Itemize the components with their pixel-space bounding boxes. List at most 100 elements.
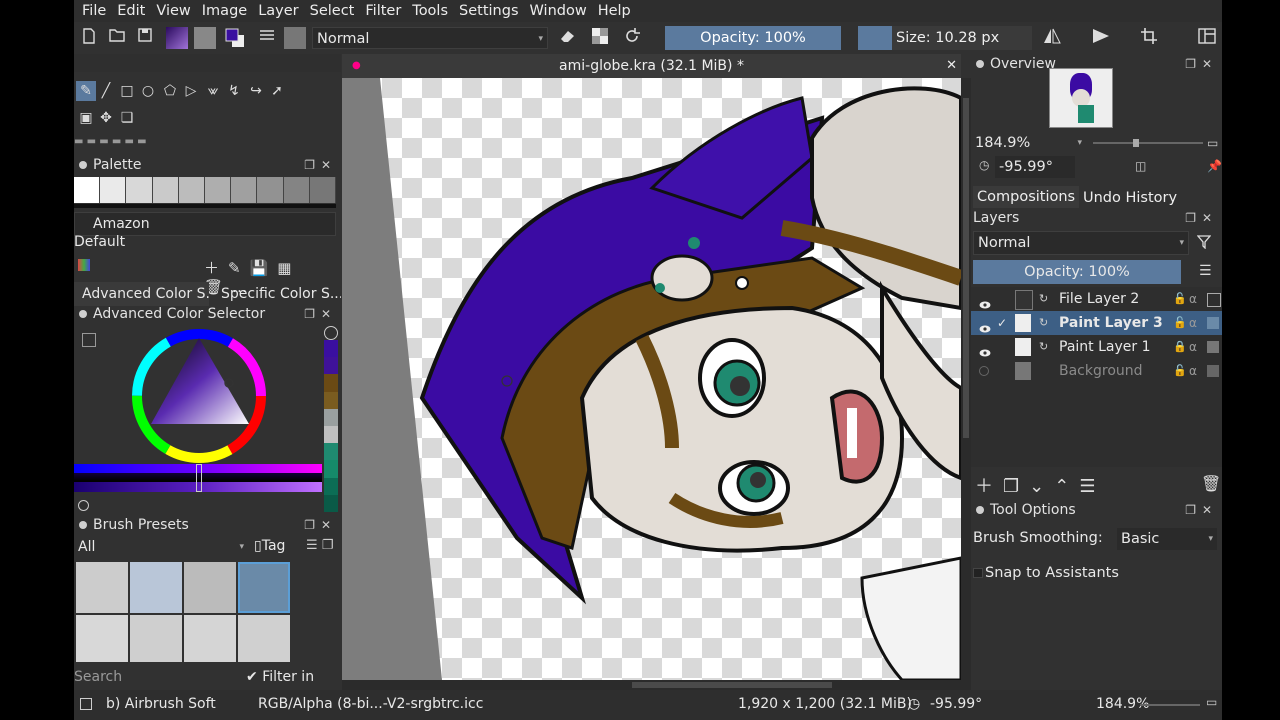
- layer-opacity-slider[interactable]: Opacity: 100%: [973, 260, 1181, 284]
- move-tool-icon[interactable]: ✥: [96, 108, 116, 128]
- menu-image[interactable]: Image: [202, 3, 247, 19]
- palette-swatch[interactable]: [178, 177, 206, 203]
- color-history-swatch[interactable]: [324, 340, 338, 358]
- dock-controls[interactable]: ❐✕: [304, 515, 337, 535]
- palette-swatch[interactable]: [309, 177, 337, 203]
- crop-tool-icon[interactable]: ❏: [117, 108, 137, 128]
- layer-row-paint-layer-1[interactable]: ↻ Paint Layer 1 🔒 α: [971, 335, 1222, 359]
- preserve-alpha-icon[interactable]: [589, 27, 611, 49]
- workspace-icon[interactable]: [1196, 27, 1218, 49]
- brush-preset-ink-brush[interactable]: [130, 615, 182, 662]
- brush-view-options-icon[interactable]: ☰ ❐: [306, 538, 333, 553]
- menu-view[interactable]: View: [156, 3, 190, 19]
- canvas-horizontal-scrollbar[interactable]: [342, 680, 971, 690]
- checkmark-icon[interactable]: ✓: [997, 311, 1007, 335]
- tab-undo-history[interactable]: Undo History: [1079, 187, 1182, 209]
- color-history-swatch[interactable]: [324, 357, 338, 375]
- ellipse-tool-icon[interactable]: ○: [138, 81, 158, 101]
- line-tool-icon[interactable]: ╱: [96, 81, 116, 101]
- opacity-slider[interactable]: Opacity: 100%: [665, 26, 841, 50]
- menu-help[interactable]: Help: [598, 3, 631, 19]
- bezier-tool-icon[interactable]: ⩖: [203, 81, 223, 101]
- dock-controls[interactable]: ❐✕: [1185, 54, 1218, 74]
- layer-row-background[interactable]: Background 🔓 α: [971, 359, 1222, 383]
- close-document-icon[interactable]: ✕: [946, 54, 957, 78]
- zoom-slider[interactable]: [1093, 139, 1203, 147]
- dock-controls[interactable]: ❐✕: [304, 155, 337, 175]
- eraser-icon[interactable]: [556, 27, 578, 49]
- color-wheel[interactable]: [129, 326, 269, 470]
- reset-colors-icon[interactable]: [324, 326, 338, 340]
- move-layer-up-icon[interactable]: ⌃: [1054, 476, 1079, 497]
- alpha-lock-icon[interactable]: α: [1189, 311, 1197, 335]
- polygon-tool-icon[interactable]: ⬠: [160, 81, 180, 101]
- brush-preset-eraser[interactable]: [76, 562, 128, 613]
- tab-compositions[interactable]: Compositions: [973, 186, 1080, 208]
- color-history-swatch[interactable]: [324, 494, 338, 513]
- overview-thumbnail[interactable]: [1049, 68, 1113, 128]
- palette-grid-icon[interactable]: [78, 259, 90, 271]
- brush-preset-pencil-3[interactable]: [238, 615, 290, 662]
- alpha-lock-icon[interactable]: α: [1189, 287, 1197, 311]
- add-layer-icon[interactable]: ＋: [975, 476, 1003, 497]
- eye-icon[interactable]: [979, 294, 991, 309]
- lock-icon[interactable]: 🔓: [1173, 359, 1187, 383]
- rotation-input[interactable]: -95.99°: [995, 156, 1075, 178]
- alpha-lock-icon[interactable]: α: [1189, 335, 1197, 359]
- freehand-path-tool-icon[interactable]: ↯: [224, 81, 244, 101]
- blend-mode-select[interactable]: Normal ▾: [312, 27, 548, 49]
- brush-filter-select[interactable]: All ▾: [74, 536, 248, 558]
- palette-swatch[interactable]: [74, 177, 101, 203]
- lock-icon[interactable]: 🔓: [1173, 311, 1187, 335]
- menu-select[interactable]: Select: [310, 3, 355, 19]
- layer-row-paint-layer-3[interactable]: ✓ ↻ Paint Layer 3 🔓 α: [971, 311, 1222, 335]
- grid-icon[interactable]: ▦: [277, 259, 300, 277]
- fit-view-icon[interactable]: ▭: [1207, 136, 1218, 150]
- palette-name-select[interactable]: Amazon: [74, 212, 336, 236]
- size-slider[interactable]: Size: 10.28 px: [892, 26, 1032, 50]
- tag-button[interactable]: ▯Tag: [254, 538, 285, 554]
- menu-layer[interactable]: Layer: [258, 3, 298, 19]
- layer-name[interactable]: Paint Layer 1: [1059, 335, 1151, 359]
- zoom-select[interactable]: 184.9% ▾: [971, 132, 1086, 154]
- mirror-horizontal-icon[interactable]: [1041, 27, 1063, 49]
- edit-brush-settings-icon[interactable]: [256, 27, 278, 49]
- canvas[interactable]: [342, 78, 961, 680]
- duplicate-layer-icon[interactable]: ❐: [1003, 476, 1029, 497]
- document-tab[interactable]: ● ami-globe.kra (32.1 MiB) * ✕: [342, 54, 961, 78]
- color-history-swatch[interactable]: [324, 443, 338, 461]
- inherit-alpha-icon[interactable]: [1207, 365, 1219, 377]
- layer-name[interactable]: Paint Layer 3: [1059, 311, 1163, 335]
- palette-swatch[interactable]: [152, 177, 179, 203]
- freehand-brush-tool-icon[interactable]: ✎: [76, 81, 96, 101]
- brush-search-input[interactable]: Search: [74, 666, 244, 688]
- transform-tool-icon[interactable]: ▣: [76, 108, 96, 128]
- canvas-artwork[interactable]: [342, 78, 961, 680]
- palette-swatch[interactable]: [231, 177, 258, 203]
- mirror-vertical-icon[interactable]: [1090, 27, 1112, 49]
- color-history-swatch[interactable]: [324, 374, 338, 392]
- layer-name[interactable]: Background: [1059, 359, 1143, 383]
- save-palette-icon[interactable]: 💾: [250, 259, 278, 277]
- lock-icon[interactable]: 🔒: [1173, 335, 1187, 359]
- edit-swatch-icon[interactable]: ✎: [228, 259, 250, 277]
- fg-bg-color-icon[interactable]: [224, 27, 246, 49]
- layer-properties-icon[interactable]: ☰: [1079, 476, 1105, 497]
- palette-swatch[interactable]: [257, 177, 284, 203]
- move-layer-down-icon[interactable]: ⌄: [1029, 476, 1054, 497]
- pin-icon[interactable]: 📌: [1207, 159, 1222, 173]
- menu-settings[interactable]: Settings: [459, 3, 518, 19]
- add-swatch-icon[interactable]: ＋: [204, 259, 228, 277]
- canvas-vertical-scrollbar[interactable]: [961, 78, 971, 680]
- multibrush-tool-icon[interactable]: ➚: [267, 81, 287, 101]
- menu-window[interactable]: Window: [530, 3, 587, 19]
- layer-name[interactable]: File Layer 2: [1059, 287, 1139, 311]
- pattern-icon[interactable]: [194, 27, 216, 49]
- alpha-lock-icon[interactable]: α: [1189, 359, 1197, 383]
- status-zoom-slider[interactable]: [1140, 704, 1200, 706]
- brush-preset-airbrush-soft[interactable]: [238, 562, 290, 613]
- dock-controls[interactable]: ❐✕: [1185, 208, 1218, 228]
- eye-icon[interactable]: [979, 342, 991, 357]
- layer-options-icon[interactable]: ☰: [1199, 263, 1212, 279]
- color-history-swatch[interactable]: [324, 460, 338, 478]
